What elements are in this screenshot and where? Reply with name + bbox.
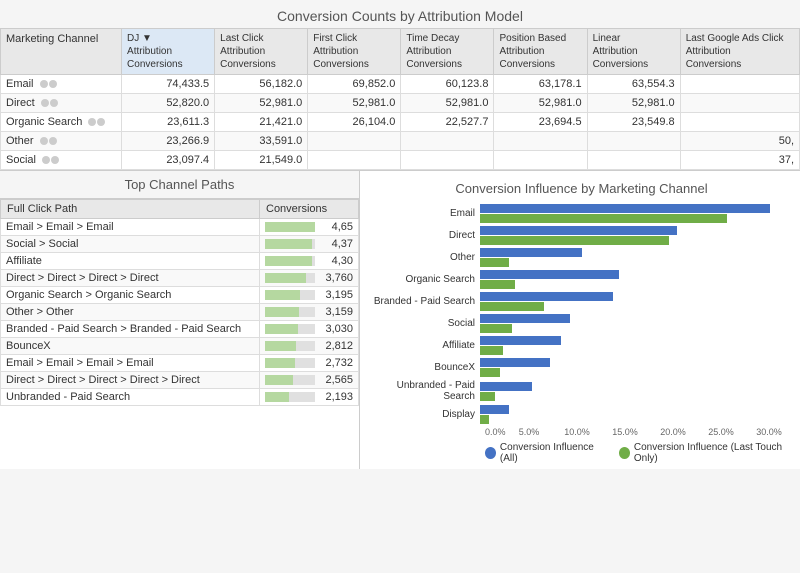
list-item: Other > Other 3,159 [1, 304, 359, 321]
list-item: BounceX 2,812 [1, 338, 359, 355]
paths-col-path: Full Click Path [1, 200, 260, 219]
chart-bar-group: Email [370, 204, 793, 223]
paths-panel: Top Channel Paths Full Click Path Conver… [0, 171, 360, 469]
table-row: Direct 52,820.052,981.052,981.052,981.05… [1, 94, 800, 113]
chart-legend: Conversion Influence (All) Conversion Inf… [485, 442, 793, 464]
chart-bar-group: BounceX [370, 358, 793, 377]
table-row: Social 23,097.421,549.037, [1, 151, 800, 170]
table-row: Email 74,433.556,182.069,852.060,123.863… [1, 75, 800, 94]
chart-panel: Conversion Influence by Marketing Channe… [360, 171, 800, 469]
attribution-table: Marketing ChannelDJ ▼AttributionConversi… [0, 28, 800, 170]
chart-bar-group: Social [370, 314, 793, 333]
list-item: Affiliate 4,30 [1, 253, 359, 270]
paths-panel-title: Top Channel Paths [0, 171, 359, 199]
paths-table: Full Click Path Conversions Email > Emai… [0, 199, 359, 406]
main-title: Conversion Counts by Attribution Model [0, 0, 800, 28]
col-header-lastGoogle: Last Google Ads ClickAttributionConversi… [680, 29, 799, 75]
table-row: Organic Search 23,611.321,421.026,104.02… [1, 113, 800, 132]
chart-bar-group: Other [370, 248, 793, 267]
x-axis: 0.0%5.0%10.0%15.0%20.0%25.0%30.0% [485, 427, 793, 437]
col-header-linear: LinearAttributionConversions [587, 29, 680, 75]
chart-bar-group: Direct [370, 226, 793, 245]
list-item: Branded - Paid Search > Branded - Paid S… [1, 321, 359, 338]
chart-bar-group: Unbranded - Paid Search [370, 380, 793, 402]
list-item: Organic Search > Organic Search 3,195 [1, 287, 359, 304]
list-item: Direct > Direct > Direct > Direct > Dire… [1, 372, 359, 389]
list-item: Email > Email > Email > Email 2,732 [1, 355, 359, 372]
col-header-timeDecay: Time DecayAttributionConversions [401, 29, 494, 75]
col-header-lastClick: Last ClickAttributionConversions [215, 29, 308, 75]
col-header-dj: DJ ▼AttributionConversions [122, 29, 215, 75]
col-header-channel: Marketing Channel [1, 29, 122, 75]
list-item: Email > Email > Email 4,65 [1, 219, 359, 236]
chart-title: Conversion Influence by Marketing Channe… [370, 181, 793, 196]
chart-bar-group: Organic Search [370, 270, 793, 289]
list-item: Social > Social 4,37 [1, 236, 359, 253]
list-item: Direct > Direct > Direct > Direct 3,760 [1, 270, 359, 287]
chart-bar-group: Branded - Paid Search [370, 292, 793, 311]
legend-item: Conversion Influence (All) [485, 442, 604, 464]
chart-bar-group: Affiliate [370, 336, 793, 355]
table-row: Other 23,266.933,591.050, [1, 132, 800, 151]
legend-item: Conversion Influence (Last Touch Only) [619, 442, 793, 464]
col-header-positionBased: Position BasedAttributionConversions [494, 29, 587, 75]
paths-col-conversions: Conversions [260, 200, 359, 219]
bottom-section: Top Channel Paths Full Click Path Conver… [0, 170, 800, 469]
top-table-wrapper: Marketing ChannelDJ ▼AttributionConversi… [0, 28, 800, 170]
chart-bar-group: Display [370, 405, 793, 424]
list-item: Unbranded - Paid Search 2,193 [1, 389, 359, 406]
col-header-firstClick: First ClickAttributionConversions [308, 29, 401, 75]
chart-area: Email Direct Other Organic Search Branded - … [370, 204, 793, 424]
